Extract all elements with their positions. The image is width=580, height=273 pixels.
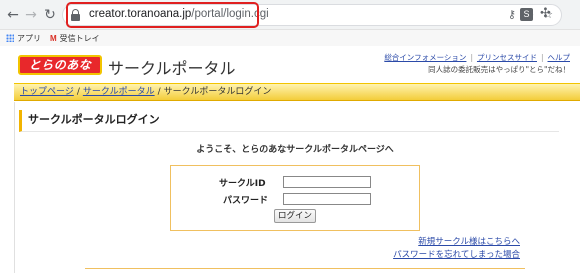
forgot-password-link[interactable]: パスワードを忘れてしまった場合 [393, 249, 520, 262]
bookmark-apps-label: アプリ [17, 34, 41, 43]
breadcrumb-separator: / [157, 87, 161, 97]
browser-toolbar: ← → ↻ creator.toranoana.jp/portal/login.… [0, 0, 580, 30]
bookmark-inbox-label: 受信トレイ [59, 34, 100, 43]
breadcrumb-current: サークルポータルログイン [163, 87, 272, 97]
url-path: /portal/login.cgi [191, 8, 269, 20]
breadcrumb: トップページ / サークルポータル / サークルポータルログイン [14, 83, 580, 101]
welcome-message: ようこそ、とらのあなサークルポータルページへ [196, 145, 394, 155]
new-circle-link[interactable]: 新規サークル様はこちらへ [393, 236, 520, 249]
lock-icon[interactable] [71, 9, 80, 21]
link-princess-side[interactable]: プリンセスサイド [477, 53, 537, 62]
divider: | [540, 53, 544, 62]
extension-s-icon[interactable]: S [520, 8, 533, 21]
link-general-info[interactable]: 総合インフォメーション [384, 53, 466, 62]
bookmark-apps[interactable]: アプリ [6, 33, 41, 44]
top-links: 総合インフォメーション | プリンセスサイド | ヘルプ [384, 52, 570, 63]
breadcrumb-top-page[interactable]: トップページ [20, 87, 74, 97]
gmail-icon: M [50, 34, 57, 43]
login-button[interactable]: ログイン [274, 209, 316, 223]
breadcrumb-separator: / [76, 87, 80, 97]
reload-icon[interactable]: ↻ [41, 6, 59, 24]
circle-id-label: サークルID [219, 179, 266, 189]
back-arrow-icon[interactable]: ← [4, 6, 22, 24]
key-icon[interactable]: ⚷ [508, 8, 516, 21]
url-host: creator.toranoana.jp [89, 8, 192, 20]
password-input[interactable] [283, 193, 371, 205]
main-content: サークルポータルログイン ようこそ、とらのあなサークルポータルページへ サークル… [14, 102, 574, 273]
link-help[interactable]: ヘルプ [548, 53, 571, 62]
bookmarks-bar: アプリ M 受信トレイ [0, 30, 580, 46]
login-form: サークルID パスワード ログイン [170, 165, 420, 231]
address-bar[interactable]: creator.toranoana.jp/portal/login.cgi ⚷⊕… [62, 4, 562, 26]
breadcrumb-circle-portal[interactable]: サークルポータル [83, 87, 155, 97]
footer-divider [85, 268, 525, 271]
apps-grid-icon [6, 34, 14, 42]
puzzle-icon[interactable]: ✣ [540, 6, 551, 21]
url-text[interactable]: creator.toranoana.jp/portal/login.cgi [89, 8, 269, 20]
portal-title: サークルポータル [108, 59, 236, 78]
password-label: パスワード [223, 196, 269, 206]
bookmark-inbox[interactable]: M 受信トレイ [50, 33, 100, 44]
tagline: 同人誌の委託販売はやっぱり"とら"だね！ [428, 65, 570, 74]
divider: | [470, 53, 473, 62]
help-links: 新規サークル様はこちらへ パスワードを忘れてしまった場合 [393, 236, 520, 262]
toranoana-logo[interactable]: とらのあな [18, 55, 102, 75]
forward-arrow-icon[interactable]: → [22, 6, 40, 24]
page-title: サークルポータルログイン [19, 110, 559, 132]
circle-id-input[interactable] [283, 176, 371, 188]
